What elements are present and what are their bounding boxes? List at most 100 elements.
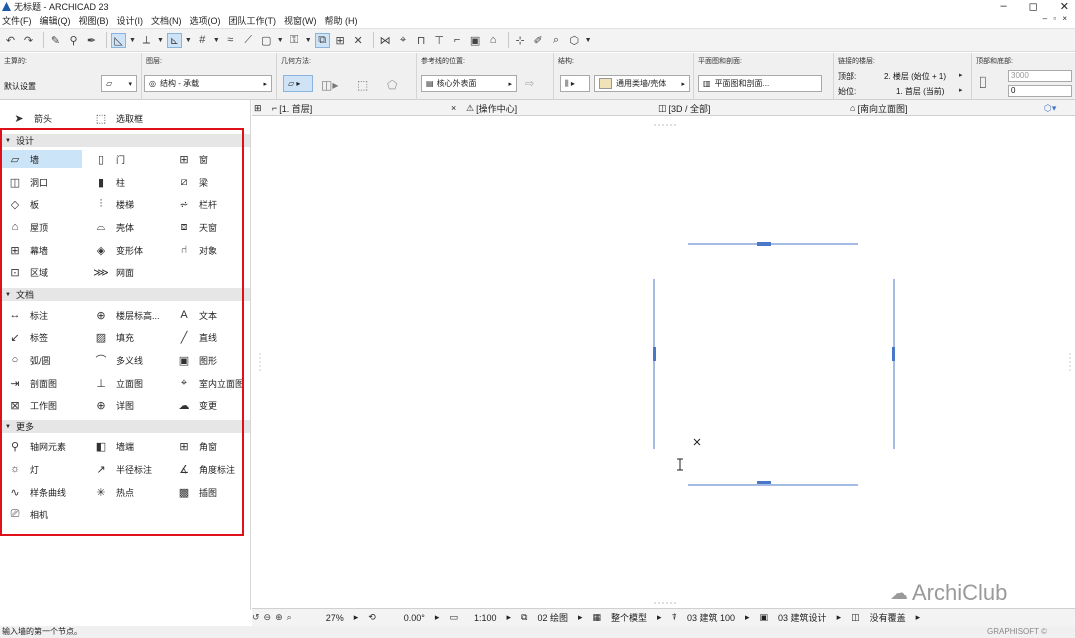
explode-icon[interactable]: ✕ (351, 33, 366, 48)
chevron-right-icon[interactable]: ▸ (916, 612, 921, 623)
elevation-marker-right (892, 279, 895, 449)
zoom-controls[interactable]: ↺ ⊖ ⊕ ⌕ (252, 612, 296, 623)
default-settings-value[interactable]: 默认设置 (4, 81, 36, 92)
zoom-out-icon[interactable]: ⊖ (264, 612, 272, 623)
suspend-groups-icon[interactable]: ⧉ (314, 32, 330, 48)
menu-file[interactable]: 文件(F) (2, 14, 32, 27)
menu-teamwork[interactable]: 团队工作(T) (229, 14, 277, 27)
material-swatch (599, 78, 612, 89)
model-view-value[interactable]: 整个模型 (611, 611, 647, 624)
chevron-down-icon[interactable]: ▼ (157, 37, 164, 44)
scale-value[interactable]: 1:100 (474, 613, 497, 623)
chevron-down-icon[interactable]: ▼ (129, 37, 136, 44)
menu-help[interactable]: 帮助 (H) (325, 14, 358, 27)
top-link-value[interactable]: 2. 楼层 (始位 + 1) (884, 71, 946, 82)
syringe-icon[interactable]: ✒ (84, 33, 99, 48)
straight-wall-method-button[interactable]: ▱ ▸ (283, 75, 313, 92)
chevron-right-icon[interactable]: ▸ (745, 612, 750, 623)
chevron-right-icon[interactable]: ▸ (578, 612, 583, 623)
chevron-down-icon[interactable]: ▼ (185, 37, 192, 44)
tab-3d[interactable]: ◫ [3D / 全部] (658, 100, 711, 116)
roof-icon[interactable]: ⌂ (486, 33, 501, 48)
gravity-icon[interactable]: ◺ (111, 32, 126, 48)
redo-icon[interactable]: ↷ (21, 33, 36, 48)
polygon-wall-method-icon[interactable]: ⬠ (387, 78, 397, 92)
split-icon[interactable]: ⋈ (378, 33, 393, 48)
floorplan-section-button[interactable]: ▥ 平面图和剖面... (698, 75, 822, 92)
tab-floor-plan[interactable]: ⌐ [1. 首层] (272, 100, 462, 116)
element-icon[interactable]: ▢ (259, 33, 274, 48)
3d-view-icon[interactable]: ⬡ (567, 33, 582, 48)
tool-arrow[interactable]: ➤ 箭头 (6, 109, 52, 127)
intersect-icon[interactable]: ⊓ (414, 33, 429, 48)
chevron-right-icon[interactable]: ▸ (657, 612, 662, 623)
layer-dropdown[interactable]: ◎ 结构 - 承载 ▸ (144, 75, 272, 92)
line-icon[interactable]: ⟋ (241, 33, 256, 48)
structure-type-dropdown[interactable]: ⫼ ▸ (560, 75, 590, 92)
snap-guides-icon[interactable]: ⊾ (166, 32, 182, 48)
chevron-right-icon[interactable]: ▸ (959, 86, 963, 94)
pen-set-value[interactable]: 03 建筑 100 (687, 611, 735, 624)
building-material-dropdown[interactable]: 通用类墙/壳体 ▸ (594, 75, 690, 92)
graphic-override-value[interactable]: 没有覆盖 (870, 611, 906, 624)
reference-line-dropdown[interactable]: ▤ 核心外表面 ▸ (421, 75, 517, 92)
menu-design[interactable]: 设计(I) (117, 14, 144, 27)
pen-icon[interactable]: ✐ (531, 33, 546, 48)
menu-view[interactable]: 视图(B) (79, 14, 109, 27)
tab-south-elevation[interactable]: ⌂ [南向立面图] (850, 100, 907, 116)
undo-zoom-icon[interactable]: ↺ (252, 612, 260, 623)
tab-action-center[interactable]: ⚠ [操作中心] (466, 100, 517, 116)
chevron-down-icon[interactable]: ▼ (277, 37, 284, 44)
menu-window[interactable]: 视窗(W) (284, 14, 317, 27)
floor-plan-canvas[interactable] (252, 117, 1075, 608)
curved-wall-method-icon[interactable]: ◫▸ (321, 78, 338, 92)
lock-icon[interactable]: ⚿ (287, 33, 302, 48)
chevron-down-icon[interactable]: ▼ (213, 37, 220, 44)
layer-combination-value[interactable]: 02 绘图 (537, 611, 568, 624)
trapezoid-wall-method-icon[interactable]: ⬚ (357, 78, 368, 92)
mdi-controls-icon[interactable]: – ▫ × (1043, 14, 1069, 23)
zoom-in-icon[interactable]: ⊕ (275, 612, 283, 623)
transform-icon[interactable]: ⊹ (513, 33, 528, 48)
adjust-icon[interactable]: ⌖ (396, 33, 411, 48)
chevron-right-icon[interactable]: ▸ (959, 71, 963, 79)
eyedropper-icon[interactable]: ⚲ (66, 33, 81, 48)
chevron-right-icon[interactable]: ▸ (435, 612, 440, 623)
close-button[interactable]: ✕ (1060, 0, 1069, 13)
favorites-dropdown[interactable]: ▱ ▾ (101, 75, 137, 92)
chevron-down-icon[interactable]: ▼ (585, 37, 592, 44)
fillet-icon[interactable]: ⌐ (450, 33, 465, 48)
minimize-button[interactable]: – (1001, 0, 1007, 13)
angle-value[interactable]: 0.00° (404, 613, 425, 623)
fit-in-window-icon[interactable]: ⌕ (287, 612, 292, 623)
chevron-right-icon[interactable]: ▸ (506, 612, 511, 623)
chevron-right-icon[interactable]: ▸ (354, 612, 359, 623)
menu-edit[interactable]: 编辑(Q) (40, 14, 71, 27)
trace-icon[interactable]: ≈ (223, 33, 238, 48)
tab-layout-icon[interactable]: ⊞ (254, 100, 262, 116)
model-view-options-value[interactable]: 03 建筑设计 (778, 611, 827, 624)
renovation-icon[interactable]: ⊞ (333, 33, 348, 48)
offset-icon[interactable]: ▣ (468, 33, 483, 48)
undo-icon[interactable]: ↶ (3, 33, 18, 48)
flip-reference-icon[interactable]: ⇨ (525, 77, 534, 90)
tab-close-icon[interactable]: × (451, 100, 456, 116)
menu-options[interactable]: 选项(O) (190, 14, 221, 27)
quick-options-icon[interactable]: ⬡▾ (1044, 100, 1056, 116)
zoom-value[interactable]: 27% (326, 613, 344, 623)
maximize-button[interactable]: ◻ (1029, 0, 1038, 13)
base-link-value[interactable]: 1. 首层 (当前) (896, 86, 944, 97)
grid-snap-icon[interactable]: # (195, 33, 210, 48)
trim-icon[interactable]: ⊤ (432, 33, 447, 48)
tool-marquee[interactable]: ⬚ 选取框 (88, 109, 143, 127)
reference-line-label: 参考线的位置: (421, 58, 465, 65)
navigator-icon[interactable]: ⌕ (549, 33, 564, 48)
chevron-right-icon[interactable]: ▸ (837, 612, 842, 623)
menu-document[interactable]: 文档(N) (151, 14, 182, 27)
wall-offset-input[interactable]: 0 (1008, 85, 1072, 97)
structure-label: 结构: (558, 58, 574, 65)
chevron-down-icon[interactable]: ▼ (305, 37, 312, 44)
guide-line-icon[interactable]: ⟂ (139, 33, 154, 48)
pick-up-parameters-icon[interactable]: ✎ (48, 33, 63, 48)
wall-height-input[interactable]: 3000 (1008, 70, 1072, 82)
